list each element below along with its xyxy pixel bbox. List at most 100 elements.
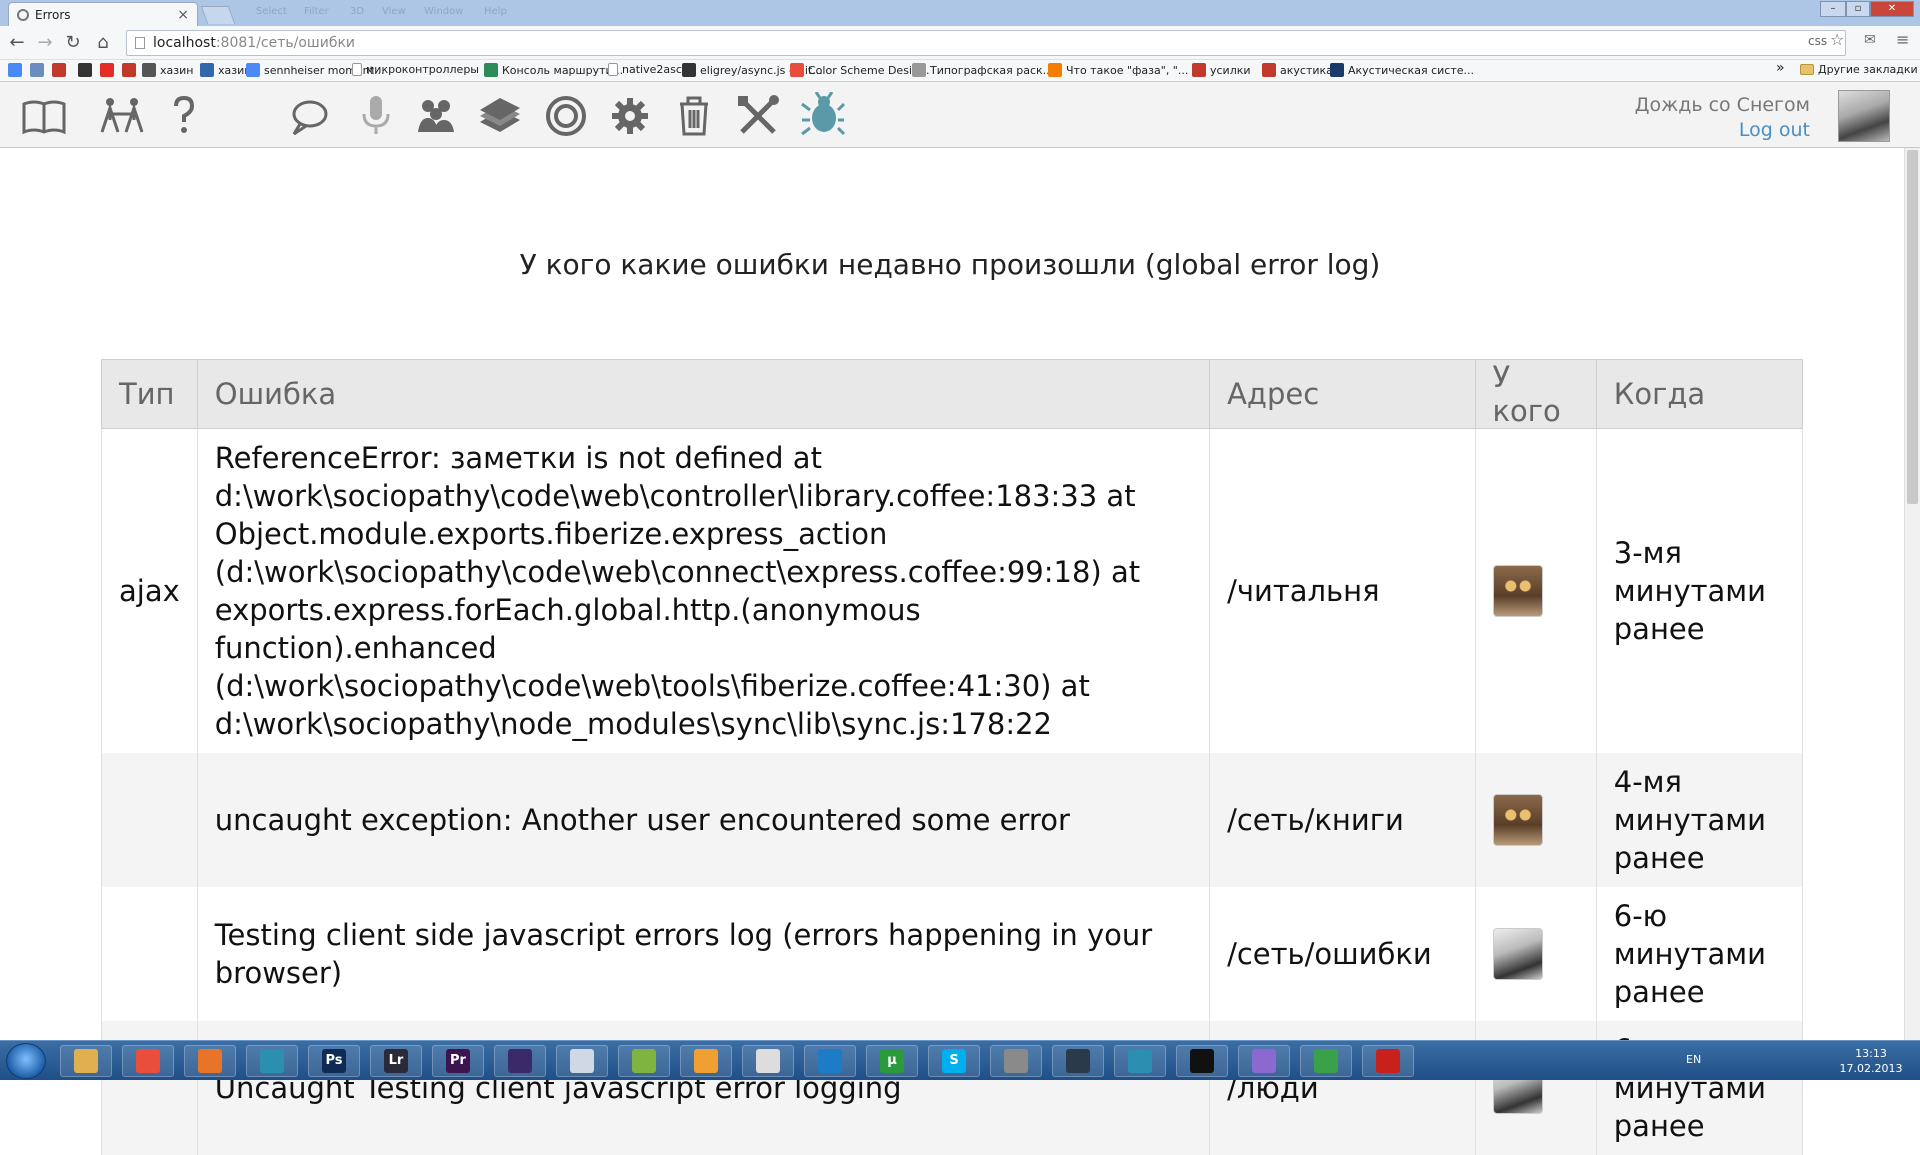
browser-tab-errors[interactable]: Errors ×	[8, 2, 198, 26]
taskbar-app-chrome-icon[interactable]	[122, 1045, 174, 1077]
people-icon[interactable]	[98, 92, 146, 140]
taskbar-app-glyph	[694, 1049, 718, 1073]
page-scrollbar[interactable]	[1904, 148, 1920, 1040]
column-header-when: Когда	[1595, 359, 1804, 429]
error-user	[1474, 428, 1597, 753]
taskbar-app-firefox-icon[interactable]	[184, 1045, 236, 1077]
bookmark-item[interactable]: усилки	[1192, 63, 1251, 77]
bug-icon[interactable]	[798, 91, 846, 140]
chrome-menu-icon[interactable]: ≡	[1896, 30, 1909, 49]
minimize-window-button[interactable]: –	[1820, 1, 1846, 17]
bookmark-item[interactable]: Консоль маршрути...	[484, 63, 623, 77]
error-address-link[interactable]: /сеть/книги	[1209, 753, 1476, 887]
taskbar-app-glyph	[508, 1049, 532, 1073]
user-name[interactable]: Дождь со Снегом	[1635, 94, 1810, 116]
error-address-link[interactable]: /сеть/ошибки	[1209, 887, 1476, 1021]
user-avatar[interactable]	[1838, 90, 1890, 142]
bookmark-item[interactable]: Типографская раск...	[912, 63, 1053, 77]
scrollbar-thumb[interactable]	[1907, 150, 1918, 504]
taskbar-app-glyph	[1128, 1049, 1152, 1073]
logout-link[interactable]: Log out	[1739, 119, 1810, 141]
taskbar-app-app-pen-icon[interactable]	[1238, 1045, 1290, 1077]
mail-extension-icon[interactable]: ✉	[1864, 32, 1876, 48]
books-stack-icon[interactable]	[476, 92, 524, 140]
column-header-who: У кого	[1474, 359, 1597, 429]
taskbar-app-s-icon[interactable]: S	[928, 1045, 980, 1077]
address-bar[interactable]: localhost:8081/сеть/ошибки	[126, 30, 1846, 56]
settings-gear-icon[interactable]	[606, 92, 654, 140]
taskbar-app-pdf-icon[interactable]	[1362, 1045, 1414, 1077]
bookmark-item[interactable]	[78, 63, 96, 77]
error-address-link[interactable]: /читальня	[1209, 428, 1476, 753]
trash-icon[interactable]	[670, 92, 718, 140]
taskbar-app-app-dolphin-icon[interactable]	[246, 1045, 298, 1077]
system-clock[interactable]: 13:13 17.02.2013	[1836, 1046, 1906, 1076]
bookmark-star-icon[interactable]: ☆	[1830, 30, 1844, 49]
taskbar-app-explorer-icon[interactable]	[60, 1045, 112, 1077]
taskbar-app-app-circle-icon[interactable]	[556, 1045, 608, 1077]
user-avatar[interactable]	[1492, 928, 1543, 980]
taskbar-app-glyph	[198, 1049, 222, 1073]
bookmark-item[interactable]: Color Scheme Desig...	[790, 63, 929, 77]
taskbar-app-pr-icon[interactable]: Pr	[432, 1045, 484, 1077]
library-book-icon[interactable]	[20, 92, 68, 140]
taskbar-app-glyph	[74, 1049, 98, 1073]
bookmark-item[interactable]: хазин	[200, 63, 251, 77]
bookmark-item[interactable]: native2ascii	[608, 63, 688, 76]
taskbar-app-app-shape-icon[interactable]	[680, 1045, 732, 1077]
tools-icon[interactable]	[734, 92, 782, 140]
css-extension-icon[interactable]: css	[1808, 34, 1827, 48]
reload-icon[interactable]: ↻	[62, 32, 84, 54]
bookmarks-bar: хазин хазин sennheiser moment... микроконтр…	[0, 60, 1920, 82]
taskbar-app---icon[interactable]: µ	[866, 1045, 918, 1077]
taskbar-app-app-purple-icon[interactable]	[494, 1045, 546, 1077]
bookmarks-overflow-chevron[interactable]: »	[1776, 60, 1785, 76]
taskbar-app-cmd-icon[interactable]	[1176, 1045, 1228, 1077]
taskbar-app-ps-icon[interactable]: Ps	[308, 1045, 360, 1077]
bookmark-item[interactable]	[8, 63, 26, 77]
taskbar-app-app-alien-icon[interactable]	[742, 1045, 794, 1077]
taskbar-app-app-dolphin2-icon[interactable]	[1114, 1045, 1166, 1077]
error-type	[101, 753, 198, 887]
user-avatar[interactable]	[1492, 794, 1543, 846]
bookmark-item[interactable]: Что такое "фаза", "...	[1048, 63, 1188, 77]
taskbar-app-app-gray-icon[interactable]	[990, 1045, 1042, 1077]
taskbar-app-glyph	[756, 1049, 780, 1073]
taskbar-app-app-leaf-icon[interactable]	[1300, 1045, 1352, 1077]
image-icon	[912, 63, 926, 77]
chat-bubble-icon[interactable]	[284, 92, 332, 140]
target-circle-icon[interactable]	[542, 92, 590, 140]
bookmark-item[interactable]: акустика	[1262, 63, 1333, 77]
new-tab-button[interactable]	[200, 6, 236, 24]
home-icon[interactable]: ⌂	[92, 32, 114, 54]
bookmark-item[interactable]	[30, 63, 48, 77]
maximize-window-button[interactable]: ▫	[1846, 1, 1870, 17]
bookmark-label: Что такое "фаза", "...	[1066, 63, 1189, 77]
bookmark-item[interactable]	[122, 63, 140, 77]
other-bookmarks-label: Другие закладки	[1818, 63, 1918, 76]
forward-arrow-icon[interactable]: →	[34, 32, 56, 54]
bookmark-item[interactable]: микроконтроллеры	[352, 63, 479, 76]
page-title: У кого какие ошибки недавно произошли (g…	[519, 248, 1381, 281]
bookmark-item[interactable]: хазин	[142, 63, 193, 77]
book-icon	[122, 63, 136, 77]
taskbar-app-app-bolt-icon[interactable]	[804, 1045, 856, 1077]
tab-close-icon[interactable]: ×	[177, 7, 189, 23]
bookmark-item[interactable]	[100, 63, 118, 77]
taskbar-app-lr-icon[interactable]: Lr	[370, 1045, 422, 1077]
community-group-icon[interactable]	[412, 92, 460, 140]
start-button[interactable]	[6, 1043, 46, 1079]
bookmark-item[interactable]: Акустическая систе...	[1330, 63, 1474, 77]
back-arrow-icon[interactable]: ←	[6, 32, 28, 54]
bookmark-label: Консоль маршрути...	[502, 63, 624, 77]
user-avatar[interactable]	[1492, 565, 1543, 617]
microphone-icon[interactable]	[352, 92, 400, 140]
close-window-button[interactable]: ✕	[1870, 1, 1914, 17]
taskbar-app-steam-icon[interactable]	[1052, 1045, 1104, 1077]
taskbar-app-glyph: Pr	[446, 1049, 470, 1073]
help-question-icon[interactable]	[160, 92, 208, 140]
other-bookmarks-folder[interactable]: Другие закладки	[1800, 63, 1918, 76]
taskbar-app-app-notepad-icon[interactable]	[618, 1045, 670, 1077]
keyboard-language[interactable]: EN	[1686, 1053, 1701, 1066]
bookmark-item[interactable]	[52, 63, 70, 77]
